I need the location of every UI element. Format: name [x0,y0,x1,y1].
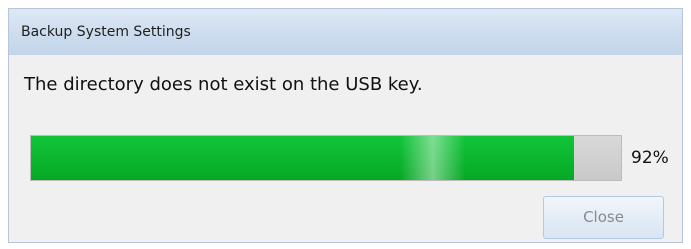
status-message: The directory does not exist on the USB … [24,74,423,95]
close-button[interactable]: Close [543,196,664,239]
backup-settings-dialog: Backup System Settings The directory doe… [8,8,683,243]
progress-bar [30,135,622,181]
dialog-titlebar[interactable]: Backup System Settings [9,9,682,55]
dialog-body: The directory does not exist on the USB … [9,55,682,242]
dialog-title: Backup System Settings [21,24,191,40]
progress-bar-remaining [573,136,621,180]
progress-percent-label: 92% [631,148,669,168]
progress-bar-fill [31,136,574,180]
